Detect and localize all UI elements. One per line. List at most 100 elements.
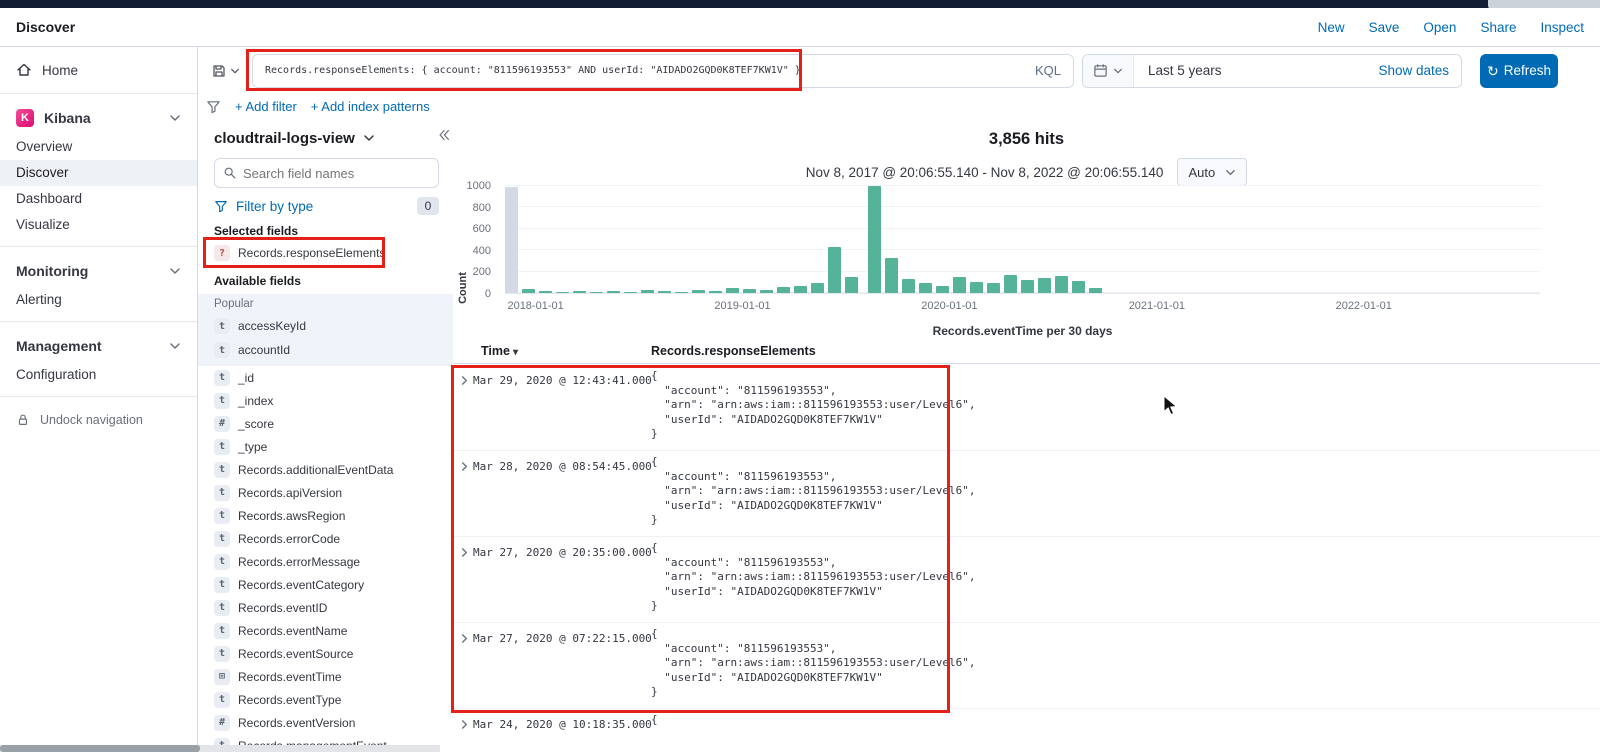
open-button[interactable]: Open (1423, 20, 1456, 35)
row-response-elements: { "account": "811596193553", "arn": "arn… (651, 627, 976, 699)
expand-row-icon[interactable] (459, 375, 470, 386)
saved-query-menu-button[interactable] (206, 54, 244, 88)
sidebar-item-dashboard[interactable]: Dashboard (0, 186, 197, 212)
sidebar-item-overview[interactable]: Overview (0, 134, 197, 160)
field-type-icon: t (214, 622, 230, 639)
home-icon (16, 62, 32, 78)
field-name: _score (238, 416, 275, 431)
histogram-y-axis: 0 200 400 600 800 1000 (466, 180, 491, 300)
histogram-bar (1020, 280, 1034, 293)
app-header: Discover New Save Open Share Inspect (0, 8, 1600, 47)
date-picker: Last 5 years Show dates (1082, 53, 1462, 88)
row-response-elements: { "account": "811596193553", "arn": "arn… (651, 541, 976, 613)
field-item[interactable]: # _score (214, 412, 439, 435)
field-search-input[interactable] (243, 165, 430, 181)
filter-icon[interactable] (206, 99, 221, 114)
field-item[interactable]: t Records.eventType (214, 688, 439, 711)
expand-row-icon[interactable] (459, 461, 470, 472)
save-button[interactable]: Save (1369, 20, 1400, 35)
index-pattern-name: cloudtrail-logs-view (214, 129, 355, 147)
field-item-records-responseelements[interactable]: ? Records.responseElements (214, 240, 439, 266)
histogram-plot[interactable] (505, 185, 1540, 294)
column-header-time[interactable]: Time ▾ (481, 344, 518, 358)
expand-row-icon[interactable] (459, 633, 470, 644)
field-item[interactable]: t Records.additionalEventData (214, 458, 439, 481)
show-dates-button[interactable]: Show dates (1378, 63, 1461, 78)
field-name: _id (238, 370, 255, 385)
field-item[interactable]: t accessKeyId (214, 314, 439, 338)
interval-value: Auto (1188, 164, 1216, 180)
add-index-patterns-button[interactable]: + Add index patterns (311, 99, 430, 114)
sidebar-item-visualize[interactable]: Visualize (0, 212, 197, 238)
field-item[interactable]: t Records.apiVersion (214, 481, 439, 504)
histogram-bar (505, 187, 518, 293)
table-row: Mar 29, 2020 @ 12:43:41.000 { "account":… (453, 365, 1600, 451)
field-item[interactable]: t Records.awsRegion (214, 504, 439, 527)
field-name: Records.awsRegion (238, 508, 346, 523)
field-type-icon: # (214, 714, 230, 731)
field-name: _index (238, 393, 274, 408)
histogram-bar (918, 282, 932, 293)
expand-row-icon[interactable] (459, 719, 470, 730)
column-header-response-elements: Records.responseElements (651, 344, 816, 358)
field-sidebar: cloudtrail-logs-view Filter by type 0 Se… (198, 118, 453, 752)
field-item[interactable]: t Records.errorCode (214, 527, 439, 550)
sidebar-item-configuration[interactable]: Configuration (0, 362, 197, 388)
new-button[interactable]: New (1318, 20, 1345, 35)
field-type-icon: ⊞ (214, 668, 230, 685)
field-item[interactable]: t Records.eventCategory (214, 573, 439, 596)
time-range-value[interactable]: Last 5 years (1134, 63, 1378, 78)
field-search-box (214, 158, 439, 188)
expand-row-icon[interactable] (459, 547, 470, 558)
field-item[interactable]: # Records.eventVersion (214, 711, 439, 734)
sort-descending-icon: ▾ (512, 347, 518, 358)
sidebar-item-discover[interactable]: Discover (0, 160, 197, 186)
query-language-button[interactable]: KQL (1023, 63, 1073, 78)
query-input[interactable] (253, 65, 1023, 76)
inspect-button[interactable]: Inspect (1540, 20, 1584, 35)
field-type-icon: t (214, 553, 230, 570)
field-name: Records.eventVersion (238, 715, 356, 730)
histogram-bar (607, 291, 620, 293)
index-pattern-selector[interactable]: cloudtrail-logs-view (214, 124, 439, 152)
histogram-bar (986, 282, 1000, 293)
undock-navigation-button[interactable]: Undock navigation (0, 405, 197, 435)
table-rows: Mar 29, 2020 @ 12:43:41.000 { "account":… (453, 365, 1600, 752)
sidebar-section-management[interactable]: Management (0, 330, 197, 362)
horizontal-scrollbar-thumb[interactable] (0, 745, 200, 752)
hits-count: 3,856 hits (988, 130, 1065, 148)
sidebar-item-alerting[interactable]: Alerting (0, 287, 197, 313)
field-item[interactable]: t Records.eventID (214, 596, 439, 619)
sidebar-item-home[interactable]: Home (0, 55, 197, 85)
field-item[interactable]: t _index (214, 389, 439, 412)
field-type-icon: t (214, 342, 230, 358)
search-icon (223, 166, 237, 180)
histogram-bar (1003, 274, 1017, 293)
field-type-icon: t (214, 392, 230, 409)
sidebar-section-kibana[interactable]: K Kibana (0, 102, 197, 134)
field-item[interactable]: t Records.errorMessage (214, 550, 439, 573)
collapse-sidebar-icon[interactable] (437, 128, 451, 142)
field-item[interactable]: ⊞ Records.eventTime (214, 665, 439, 688)
field-name: Records.eventID (238, 600, 328, 615)
field-name: Records.errorCode (238, 531, 341, 546)
row-response-elements: { "account": "811596193553", "arn": "arn… (651, 369, 976, 441)
histogram-bar (743, 288, 756, 293)
filter-by-type-button[interactable]: Filter by type 0 (214, 196, 439, 216)
sidebar-section-monitoring[interactable]: Monitoring (0, 255, 197, 287)
refresh-button[interactable]: ↻ Refresh (1480, 53, 1558, 88)
field-item[interactable]: t accountId (214, 338, 439, 362)
header-actions: New Save Open Share Inspect (1318, 20, 1584, 35)
histogram-bar (1054, 275, 1068, 293)
field-item[interactable]: t _id (214, 366, 439, 389)
sidebar-item-label: Home (42, 62, 79, 78)
field-item[interactable]: t Records.eventName (214, 619, 439, 642)
add-filter-button[interactable]: + Add filter (235, 99, 297, 114)
date-picker-quick-menu[interactable] (1083, 54, 1134, 87)
field-type-icon: t (214, 484, 230, 501)
field-item[interactable]: t _type (214, 435, 439, 458)
table-row: Mar 24, 2020 @ 10:18:35.000 { (453, 709, 1600, 752)
field-name: Records.eventSource (238, 646, 354, 661)
share-button[interactable]: Share (1480, 20, 1516, 35)
field-item[interactable]: t Records.eventSource (214, 642, 439, 665)
